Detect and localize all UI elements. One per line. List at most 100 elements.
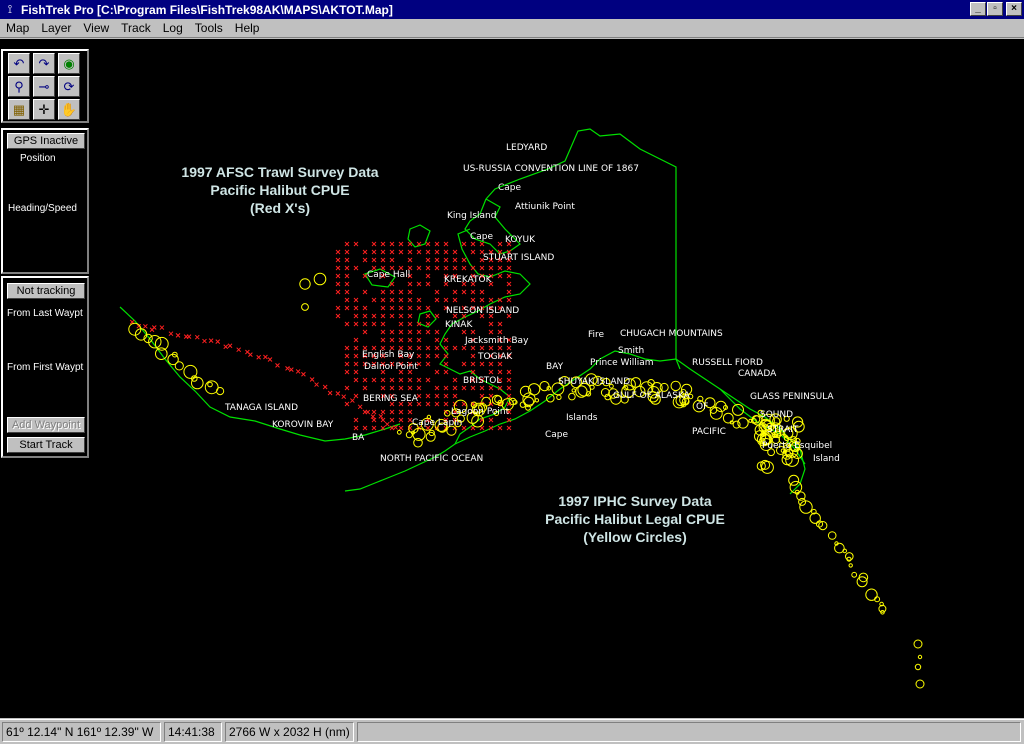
trawl-x-marker [362, 289, 368, 295]
label-sound: SOUND [760, 410, 794, 420]
grid-icon[interactable]: ▦ [8, 99, 30, 120]
label-cape-lapin: Cape Lapin [412, 418, 463, 428]
fish-icon[interactable]: ⟟ [2, 2, 18, 18]
trawl-x-marker [434, 385, 440, 391]
trawl-x-marker [425, 401, 431, 407]
trawl-x-marker [425, 305, 431, 311]
trawl-x-marker [461, 345, 467, 351]
start-track-button[interactable]: Start Track [7, 437, 85, 453]
trawl-x-marker [370, 414, 376, 420]
trawl-x-marker [344, 353, 350, 359]
close-icon[interactable]: × [1006, 2, 1022, 16]
trawl-x-marker [425, 321, 431, 327]
minimize-icon[interactable]: _ [970, 2, 986, 16]
trawl-x-marker [371, 313, 377, 319]
trawl-x-marker [344, 345, 350, 351]
trawl-x-marker [506, 369, 512, 375]
label-island: Island [813, 454, 840, 464]
refresh-icon[interactable]: ⟳ [58, 76, 80, 97]
menu-map[interactable]: Map [0, 21, 35, 35]
label-tanaga-island: TANAGA ISLAND [225, 403, 299, 413]
label-attiunik-point: Attiunik Point [515, 202, 575, 212]
trawl-x-marker [461, 289, 467, 295]
gps-inactive-button[interactable]: GPS Inactive [7, 133, 85, 149]
trawl-x-marker [470, 297, 476, 303]
trawl-x-marker [434, 289, 440, 295]
trawl-x-marker [479, 345, 485, 351]
iphc-circle-marker [732, 420, 741, 429]
iphc-caption-line-3: (Yellow Circles) [583, 529, 687, 545]
menu-log[interactable]: Log [157, 21, 189, 35]
trawl-x-marker [488, 385, 494, 391]
trawl-x-marker [425, 265, 431, 271]
trawl-x-marker [362, 425, 368, 431]
trawl-x-marker [434, 369, 440, 375]
trawl-markers [129, 241, 512, 431]
trawl-x-marker [443, 345, 449, 351]
title-bar[interactable]: ⟟ FishTrek Pro [C:\Program Files\FishTre… [0, 0, 1024, 19]
trawl-x-marker [335, 305, 341, 311]
trawl-x-marker [452, 289, 458, 295]
trawl-x-marker [398, 241, 404, 247]
menu-help[interactable]: Help [229, 21, 266, 35]
window-controls: _ ▫ × [969, 2, 1022, 16]
trawl-x-marker [344, 273, 350, 279]
redo-icon[interactable]: ↷ [33, 53, 55, 74]
iphc-circle-marker [216, 387, 225, 396]
trawl-x-marker [362, 329, 368, 335]
trawl-x-marker [506, 273, 512, 279]
trawl-x-marker [479, 241, 485, 247]
map-canvas[interactable]: LEDYARD US-RUSSIA CONVENTION LINE OF 186… [0, 39, 1024, 718]
trawl-x-marker [353, 297, 359, 303]
menu-view[interactable]: View [77, 21, 115, 35]
trawl-x-marker [416, 385, 422, 391]
trawl-x-marker [425, 313, 431, 319]
iphc-circle-marker [917, 654, 923, 660]
trawl-x-marker [461, 241, 467, 247]
trawl-x-marker [497, 369, 503, 375]
menu-track[interactable]: Track [115, 21, 157, 35]
iphc-circle-marker [174, 361, 184, 371]
iphc-circle-marker [809, 512, 821, 524]
trawl-x-marker [452, 297, 458, 303]
not-tracking-button[interactable]: Not tracking [7, 283, 85, 299]
trawl-x-marker [357, 404, 363, 410]
trawl-x-marker [398, 425, 404, 431]
trawl-x-marker [362, 305, 368, 311]
trawl-x-marker [344, 297, 350, 303]
trawl-x-marker [186, 334, 192, 339]
zoom-icon[interactable]: ⚲ [8, 76, 30, 97]
trawl-x-marker [407, 377, 413, 383]
trawl-x-marker [416, 265, 422, 271]
iphc-circle-marker [534, 398, 540, 403]
iphc-circle-marker [865, 588, 878, 601]
label-glass-peninsula: GLASS PENINSULA [750, 392, 834, 402]
maximize-icon[interactable]: ▫ [987, 2, 1003, 16]
trawl-x-marker [461, 385, 467, 391]
trawl-x-marker [434, 329, 440, 335]
trawl-x-marker [470, 329, 476, 335]
measure-icon[interactable]: ⊸ [33, 76, 55, 97]
add-waypoint-button[interactable]: Add Waypoint [7, 417, 85, 433]
time-readout: 14:41:38 [164, 722, 222, 742]
trawl-x-marker [371, 409, 377, 415]
iphc-circle-marker [670, 380, 681, 392]
trawl-x-marker [335, 289, 341, 295]
label-stuart-island: STUART ISLAND [483, 253, 555, 263]
trawl-x-marker [488, 417, 494, 423]
iphc-caption-line-2: Pacific Halibut Legal CPUE [545, 511, 725, 527]
trawl-x-marker [371, 425, 377, 431]
menu-layer[interactable]: Layer [35, 21, 77, 35]
menu-tools[interactable]: Tools [189, 21, 229, 35]
trawl-x-marker [398, 417, 404, 423]
globe-icon[interactable]: ◉ [58, 53, 80, 74]
application-window: ⟟ FishTrek Pro [C:\Program Files\FishTre… [0, 0, 1024, 744]
undo-icon[interactable]: ↶ [8, 53, 30, 74]
trawl-x-marker [407, 297, 413, 303]
crosshair-icon[interactable]: ✛ [33, 99, 55, 120]
iphc-circle-marker [299, 278, 311, 290]
pan-hand-icon[interactable]: ✋ [58, 99, 80, 120]
label-cape-3: Cape [545, 430, 569, 440]
trawl-x-marker [497, 265, 503, 271]
menu-bar: Map Layer View Track Log Tools Help [0, 19, 1024, 38]
